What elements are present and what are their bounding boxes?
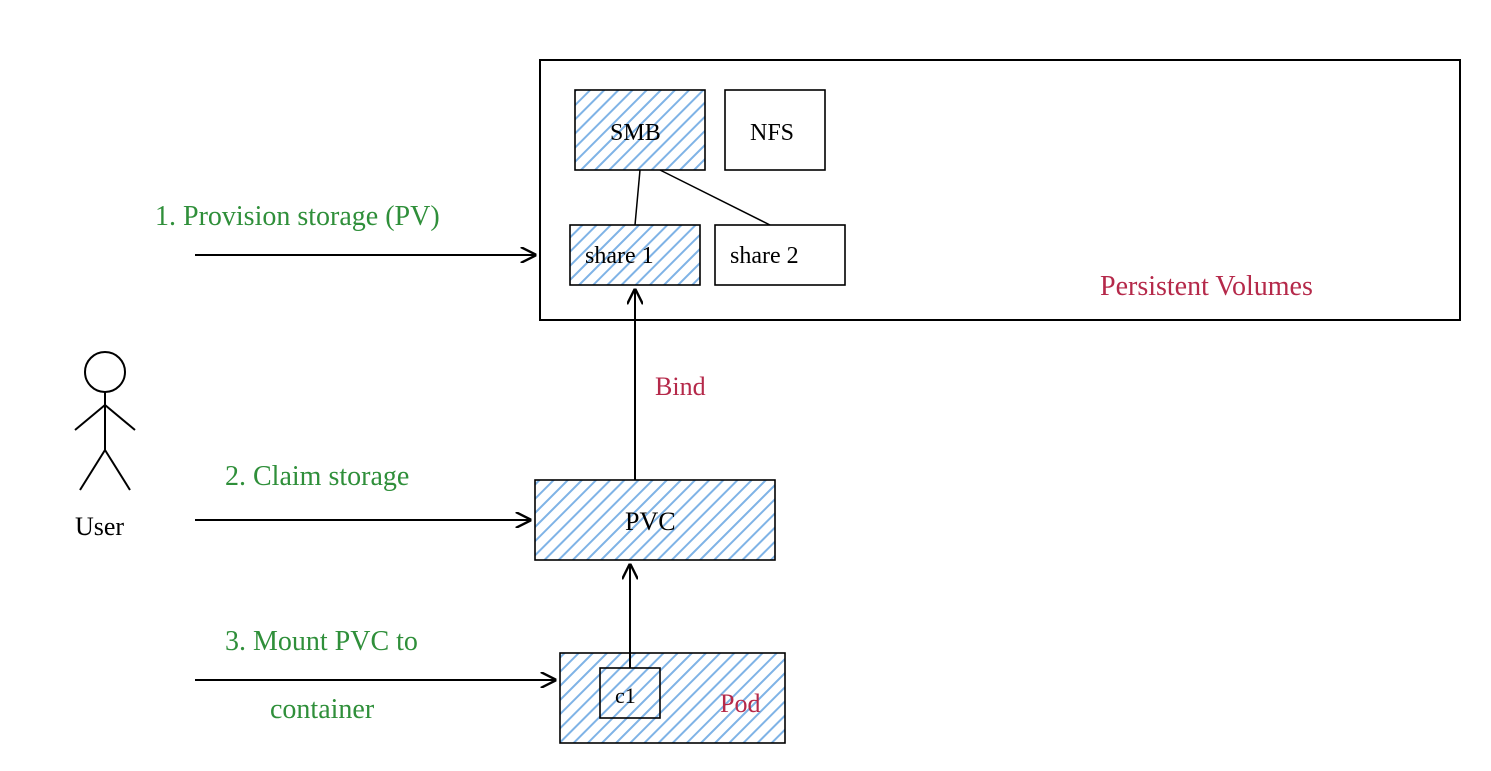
pvc-label: PVC	[625, 507, 676, 536]
share2-label: share 2	[730, 243, 799, 269]
diagram-canvas: User Persistent Volumes SMB NFS share 1 …	[0, 0, 1491, 771]
step3-label-line2: container	[270, 694, 375, 725]
smb-share1-connector	[635, 170, 640, 225]
bind-label: Bind	[655, 372, 706, 401]
pv-container-label: Persistent Volumes	[1100, 271, 1313, 302]
user-actor	[75, 352, 135, 490]
step3-label-line1: 3. Mount PVC to	[225, 626, 418, 657]
smb-share2-connector	[660, 170, 770, 225]
share1-label: share 1	[585, 243, 654, 269]
step1-label: 1. Provision storage (PV)	[155, 201, 440, 232]
pod-label: Pod	[720, 689, 760, 718]
smb-label: SMB	[610, 120, 661, 146]
nfs-label: NFS	[750, 120, 794, 146]
c1-label: c1	[615, 683, 636, 708]
step2-label: 2. Claim storage	[225, 461, 409, 492]
user-label: User	[75, 512, 124, 541]
